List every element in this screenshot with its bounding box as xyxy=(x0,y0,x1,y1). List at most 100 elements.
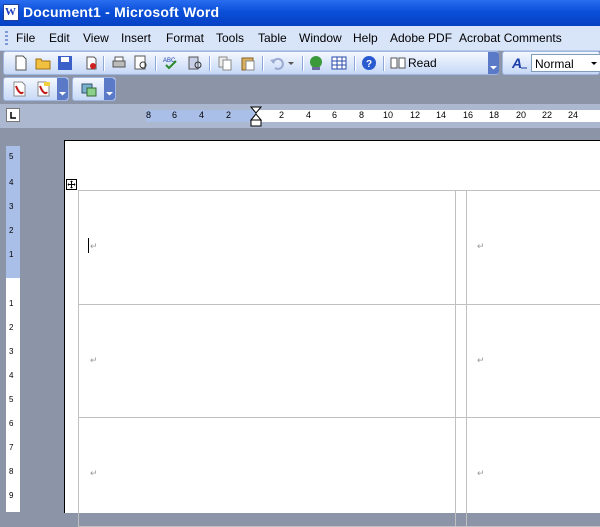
horizontal-ruler[interactable]: 8 6 4 2 2 4 6 8 10 12 14 16 18 20 22 24 xyxy=(146,110,600,122)
ruler-tick: 4 xyxy=(306,110,312,120)
ruler-tick: 4 xyxy=(199,110,205,120)
review-toolbar xyxy=(72,77,116,101)
toolbar-separator xyxy=(262,56,264,71)
styles-icon[interactable]: A xyxy=(512,55,528,71)
paragraph-mark: ↵ xyxy=(477,355,485,365)
left-tab-icon xyxy=(10,112,16,119)
ruler-tick: 12 xyxy=(410,110,421,120)
formatting-toolbar: A Normal xyxy=(502,51,600,75)
ruler-tick: 2 xyxy=(279,110,285,120)
ruler-tick: 2 xyxy=(9,323,14,332)
convert-to-pdf-icon[interactable] xyxy=(11,81,27,97)
toolbar-separator xyxy=(354,56,356,71)
ruler-tick: 5 xyxy=(9,152,14,161)
ruler-tick: 22 xyxy=(542,110,553,120)
read-button[interactable]: Read xyxy=(408,56,437,70)
new-document-icon[interactable] xyxy=(13,55,29,71)
chevron-down-icon[interactable] xyxy=(588,56,600,70)
undo-icon[interactable] xyxy=(269,55,285,71)
insert-table-icon[interactable] xyxy=(331,55,347,71)
paragraph-mark: ↵ xyxy=(90,355,98,365)
table-move-handle-icon[interactable] xyxy=(66,179,77,190)
menu-adobe-pdf[interactable]: Adobe PDF xyxy=(390,31,452,45)
menu-view[interactable]: View xyxy=(83,31,109,45)
permission-icon[interactable] xyxy=(83,55,99,71)
table-cell[interactable]: ↵ xyxy=(78,190,456,305)
pdf-toolbar-options-icon[interactable] xyxy=(57,78,68,100)
vertical-ruler[interactable]: 5 4 3 2 1 1 2 3 4 5 6 7 8 9 xyxy=(6,146,20,512)
spelling-icon[interactable]: ABC xyxy=(163,55,179,71)
toolbar-separator xyxy=(103,56,105,71)
svg-text:A: A xyxy=(512,55,522,71)
title-bar: W Document1 - Microsoft Word xyxy=(0,0,600,26)
ruler-tick: 6 xyxy=(332,110,338,120)
document-page[interactable]: ↵ ↵ ↵ ↵ ↵ ↵ xyxy=(64,140,600,527)
paragraph-mark: ↵ xyxy=(477,241,485,251)
copy-icon[interactable] xyxy=(217,55,233,71)
help-icon[interactable]: ? xyxy=(361,55,377,71)
menu-help[interactable]: Help xyxy=(353,31,378,45)
grip-icon[interactable] xyxy=(5,31,8,45)
tab-stop-selector[interactable] xyxy=(6,108,20,122)
ruler-tick: 2 xyxy=(9,226,14,235)
table-cell[interactable]: ↵ xyxy=(466,190,600,305)
ruler-tick: 3 xyxy=(9,347,14,356)
read-icon[interactable] xyxy=(390,55,406,71)
print-preview-icon[interactable] xyxy=(133,55,149,71)
ruler-tick: 1 xyxy=(9,250,14,259)
ruler-tick: 20 xyxy=(516,110,527,120)
paragraph-mark: ↵ xyxy=(90,241,98,251)
ruler-tick: 7 xyxy=(9,443,14,452)
paste-icon[interactable] xyxy=(240,55,256,71)
ruler-tick: 14 xyxy=(436,110,447,120)
ruler-tick: 8 xyxy=(359,110,365,120)
save-icon[interactable] xyxy=(57,55,73,71)
style-select[interactable]: Normal xyxy=(531,54,600,72)
print-icon[interactable] xyxy=(111,55,127,71)
menu-format[interactable]: Format xyxy=(166,31,204,45)
menu-tools[interactable]: Tools xyxy=(216,31,244,45)
undo-dropdown-icon[interactable] xyxy=(286,55,296,71)
hyperlink-icon[interactable] xyxy=(308,55,324,71)
ruler-tick: 24 xyxy=(568,110,579,120)
ruler-tick: 4 xyxy=(9,371,14,380)
ruler-tick: 3 xyxy=(9,202,14,211)
ruler-tick: 16 xyxy=(463,110,474,120)
table-cell[interactable]: ↵ xyxy=(466,417,600,527)
toolbar-separator xyxy=(209,56,211,71)
menu-window[interactable]: Window xyxy=(299,31,342,45)
paragraph-mark: ↵ xyxy=(90,468,98,478)
ruler-tick: 9 xyxy=(9,491,14,500)
toolbar-separator xyxy=(155,56,157,71)
toolbar-separator xyxy=(302,56,304,71)
review-pdf-icon[interactable] xyxy=(81,81,97,97)
word-icon[interactable]: W xyxy=(3,4,19,21)
menu-insert[interactable]: Insert xyxy=(121,31,151,45)
ruler-tick: 5 xyxy=(9,395,14,404)
menu-table[interactable]: Table xyxy=(258,31,287,45)
pdf-toolbar xyxy=(3,77,69,101)
research-icon[interactable] xyxy=(187,55,203,71)
review-toolbar-options-icon[interactable] xyxy=(104,78,115,100)
ruler-tick: 8 xyxy=(9,467,14,476)
svg-text:?: ? xyxy=(366,59,372,70)
style-value: Normal xyxy=(535,57,574,71)
ruler-tick: 6 xyxy=(9,419,14,428)
menu-bar: File Edit View Insert Format Tools Table… xyxy=(0,26,600,51)
menu-edit[interactable]: Edit xyxy=(49,31,70,45)
convert-and-email-pdf-icon[interactable] xyxy=(35,81,51,97)
ruler-tick: 1 xyxy=(9,299,14,308)
indent-marker-icon[interactable] xyxy=(250,106,262,128)
standard-toolbar: ABC ? Read xyxy=(3,51,499,75)
text-cursor xyxy=(88,238,89,253)
toolbar-options-icon[interactable] xyxy=(488,52,499,74)
menu-file[interactable]: File xyxy=(16,31,35,45)
table-cell[interactable]: ↵ xyxy=(78,417,456,527)
open-folder-icon[interactable] xyxy=(35,55,51,71)
paragraph-mark: ↵ xyxy=(477,468,485,478)
menu-acrobat-comments[interactable]: Acrobat Comments xyxy=(459,31,562,45)
table-cell[interactable]: ↵ xyxy=(466,304,600,418)
toolbar-separator xyxy=(383,56,385,71)
ruler-tick: 10 xyxy=(383,110,394,120)
table-cell[interactable]: ↵ xyxy=(78,304,456,418)
